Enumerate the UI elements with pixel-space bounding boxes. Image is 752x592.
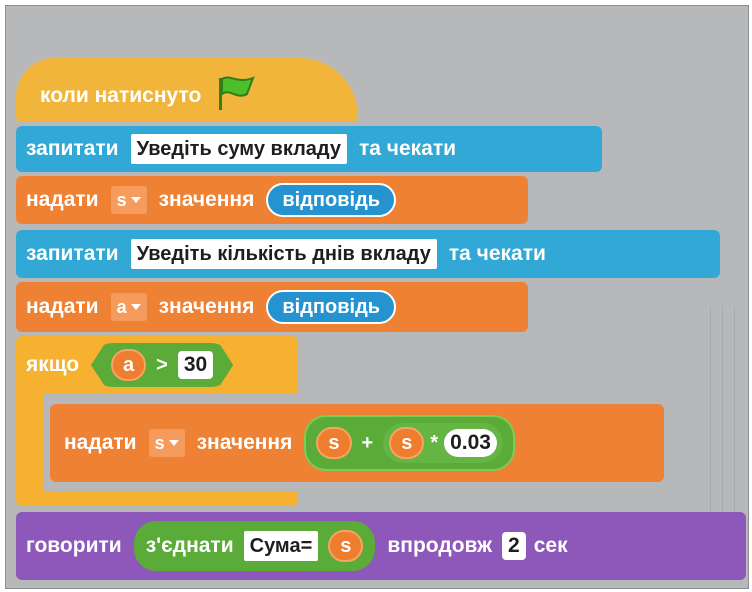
- set-variable-block-s[interactable]: надати s значення відповідь: [16, 176, 528, 224]
- set-label: надати: [26, 188, 99, 211]
- seconds-unit-label: сек: [533, 534, 568, 557]
- join-label: з'єднати: [145, 534, 234, 557]
- answer-reporter[interactable]: відповідь: [266, 290, 397, 324]
- multiplier-input[interactable]: 0.03: [444, 429, 497, 457]
- variable-dropdown-s[interactable]: s: [110, 186, 147, 214]
- compare-value-input[interactable]: 30: [177, 351, 214, 379]
- answer-reporter[interactable]: відповідь: [266, 183, 397, 217]
- ask-wait-label: та чекати: [448, 242, 546, 265]
- when-flag-clicked-block[interactable]: коли натиснуто: [16, 70, 358, 122]
- dropdown-arrow-icon: [130, 197, 141, 203]
- plus-operator[interactable]: s + s * 0.03: [304, 415, 515, 471]
- say-for-secs-block[interactable]: говорити з'єднати Сума= s впродовж 2 сек: [16, 512, 746, 580]
- set-to-label: значення: [158, 188, 255, 211]
- ask-question-input[interactable]: Уведіть кількість днів вкладу: [130, 239, 437, 269]
- seconds-input[interactable]: 2: [502, 532, 526, 560]
- ask-wait-label: та чекати: [358, 137, 457, 160]
- variable-reporter-s[interactable]: s: [328, 530, 364, 562]
- variable-reporter-s[interactable]: s: [316, 427, 352, 459]
- hat-label: коли натиснуто: [40, 84, 202, 107]
- set-label: надати: [26, 295, 99, 318]
- join-operator[interactable]: з'єднати Сума= s: [133, 521, 376, 571]
- variable-name: a: [116, 296, 127, 317]
- for-label: впродовж: [387, 534, 493, 557]
- variable-dropdown-a[interactable]: a: [110, 293, 147, 321]
- set-label: надати: [64, 431, 137, 454]
- multiply-symbol: *: [430, 431, 439, 454]
- if-label: якщо: [26, 353, 80, 376]
- set-variable-block-s-nested[interactable]: надати s значення s + s * 0.03: [50, 404, 664, 482]
- greater-than-operator[interactable]: a > 30: [91, 343, 234, 387]
- if-header[interactable]: якщо a > 30: [16, 336, 298, 394]
- say-label: говорити: [26, 534, 122, 557]
- join-text-input[interactable]: Сума=: [243, 531, 319, 561]
- set-to-label: значення: [158, 295, 255, 318]
- ask-label: запитати: [26, 242, 119, 265]
- plus-symbol: +: [361, 431, 374, 454]
- ask-block-2[interactable]: запитати Уведіть кількість днів вкладу т…: [16, 230, 720, 278]
- variable-reporter-s[interactable]: s: [389, 427, 425, 459]
- variable-reporter-a[interactable]: a: [111, 349, 147, 381]
- variable-dropdown-s[interactable]: s: [148, 429, 185, 457]
- variable-name: s: [116, 189, 127, 210]
- ask-block-1[interactable]: запитати Уведіть суму вкладу та чекати: [16, 126, 602, 172]
- dropdown-arrow-icon: [168, 440, 179, 446]
- greater-than-symbol: >: [156, 353, 168, 376]
- multiply-operator[interactable]: s * 0.03: [383, 423, 503, 463]
- ask-question-input[interactable]: Уведіть суму вкладу: [130, 134, 347, 164]
- dropdown-arrow-icon: [130, 304, 141, 310]
- set-variable-block-a[interactable]: надати a значення відповідь: [16, 282, 528, 332]
- ask-label: запитати: [26, 137, 119, 160]
- set-to-label: значення: [196, 431, 293, 454]
- green-flag-icon: [215, 74, 259, 118]
- variable-name: s: [154, 432, 165, 453]
